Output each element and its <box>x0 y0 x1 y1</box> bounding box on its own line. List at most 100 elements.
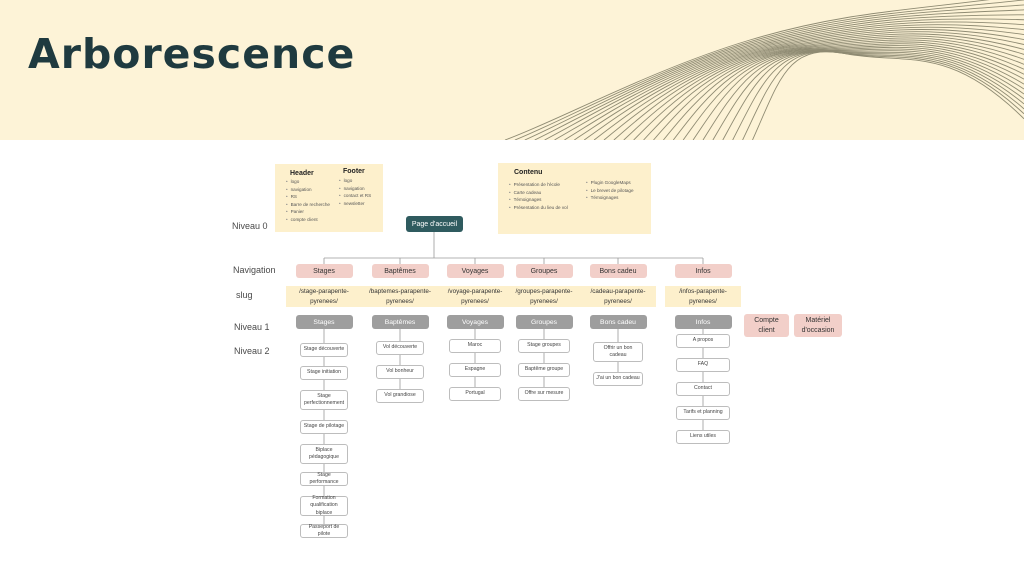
level2-node: Formation qualification biplace <box>300 495 348 516</box>
nav-item-4: Groupes <box>515 264 573 278</box>
row-label-slug: slug <box>236 290 253 300</box>
level2-node: Maroc <box>449 339 501 353</box>
level1-node-6-label: Infos <box>695 318 711 326</box>
level2-node: Espagne <box>449 363 501 377</box>
level1-node-1: Stages <box>295 315 353 329</box>
level2-node-label: Espagne <box>464 366 486 373</box>
slug-text: pyrenees/ <box>530 298 558 305</box>
nav-item-6: Infos <box>674 264 732 278</box>
slug-text: /infos-parapente- <box>679 288 727 295</box>
level2-node: Stage groupes <box>518 339 570 353</box>
level2-node-label: Stage groupes <box>527 342 561 349</box>
level2-node: J'ai un bon cadeau <box>593 372 643 386</box>
nav-item-3-label: Voyages <box>461 267 489 275</box>
contenu-left-list: Présentation de l'écoleCarte cadeauTémoi… <box>509 181 577 211</box>
header-note-list: logonavigationRSBarre de recherchePanier… <box>286 178 330 224</box>
level2-node-label: Stage découverte <box>303 346 345 353</box>
level2-node: Portugal <box>449 387 501 401</box>
note-list-item: newsletter <box>339 200 371 208</box>
note-list-item: Le brevet de pilotage <box>586 187 634 195</box>
level2-node: Vol grandiose <box>376 389 424 403</box>
level2-node: Offre sur mesure <box>518 387 570 401</box>
level2-node-label: Maroc <box>467 342 483 349</box>
note-list-item: Plugin GoogleMaps <box>586 179 634 187</box>
note-list-item: Carte cadeau <box>509 189 577 197</box>
level2-node: Offrir un bon cadeau <box>593 342 643 362</box>
level2-node: Stage perfectionnement <box>300 390 348 410</box>
slug-text: pyrenees/ <box>461 298 489 305</box>
note-list-item: logo <box>339 177 371 185</box>
note-list-item: Présentation du lieu de vol <box>509 204 577 212</box>
level2-node: Vol découverte <box>376 341 424 355</box>
row-label-niveau0: Niveau 0 <box>232 221 268 231</box>
slug-box-1: /stage-parapente-pyrenees/ <box>286 286 362 307</box>
slug-text: /stage-parapente- <box>299 288 349 295</box>
header-note-title: Header <box>290 170 314 177</box>
note-list-item: Présentation de l'école <box>509 181 577 189</box>
note-list-item: Barre de recherche <box>286 201 330 209</box>
extra-compte-client: Compte client <box>744 314 789 337</box>
footer-note-list: logonavigationcontact et RSnewsletter <box>339 177 372 208</box>
nav-item-1: Stages <box>295 264 353 278</box>
row-label-niveau2: Niveau 2 <box>234 346 270 356</box>
nav-item-1-label: Stages <box>313 267 335 275</box>
level1-node-5-label: Bons cadeu <box>600 318 636 326</box>
level2-node-label: Tarifs et planning <box>683 409 723 416</box>
level2-node: Stage initiation <box>300 366 348 380</box>
extra-compte-client-label: Compte client <box>754 316 779 334</box>
level2-node-label: Stage perfectionnement <box>303 392 345 407</box>
header-footer-note: Header logonavigationRSBarre de recherch… <box>275 164 383 232</box>
footer-note-title: Footer <box>343 168 365 175</box>
level1-node-3-label: Voyages <box>461 318 489 326</box>
level2-node: Biplace pédagogique <box>300 444 348 464</box>
level2-node: A propos <box>676 334 730 348</box>
row-label-navigation: Navigation <box>233 265 276 275</box>
level2-node: Stage découverte <box>300 343 348 357</box>
level1-node-5: Bons cadeu <box>589 315 647 329</box>
contenu-note-title: Contenu <box>514 169 543 176</box>
note-list-item: Témoignages <box>586 194 634 202</box>
level2-node-label: Offrir un bon cadeau <box>603 344 633 359</box>
level2-node: Contact <box>676 382 730 396</box>
note-list-item: Témoignages <box>509 196 577 204</box>
level1-node-4-label: Groupes <box>530 318 558 326</box>
level2-node-label: Vol bonheur <box>386 368 414 375</box>
slug-text: /groupes-parapente- <box>515 288 573 295</box>
level2-node-label: Offre sur mesure <box>524 390 564 397</box>
note-list-item: navigation <box>286 186 330 194</box>
note-list-item: logo <box>286 178 330 186</box>
note-list-item: navigation <box>339 185 371 193</box>
level2-node: Stage performance <box>300 472 348 486</box>
nav-item-5: Bons cadeu <box>589 264 647 278</box>
note-list-item: Panier <box>286 208 330 216</box>
level2-node: FAQ <box>676 358 730 372</box>
row-label-niveau1: Niveau 1 <box>234 322 270 332</box>
contenu-note: Contenu Présentation de l'écoleCarte cad… <box>498 163 651 234</box>
extra-materiel-occasion: Matériel d'occasion <box>794 314 842 337</box>
level2-node: Tarifs et planning <box>676 406 730 420</box>
level2-node: Baptême groupe <box>518 363 570 377</box>
root-node-page-accueil: Page d'accueil <box>406 216 463 232</box>
level2-node-label: Baptême groupe <box>524 366 564 373</box>
level1-node-6: Infos <box>674 315 732 329</box>
level2-node-label: Vol découverte <box>382 344 418 351</box>
note-list-item: RS <box>286 193 330 201</box>
slug-text: /cadeau-parapente- <box>590 288 646 295</box>
slug-box-5: /cadeau-parapente-pyrenees/ <box>580 286 656 307</box>
slug-text: pyrenees/ <box>386 298 414 305</box>
level2-node: Vol bonheur <box>376 365 424 379</box>
nav-item-3: Voyages <box>446 264 504 278</box>
level2-node-label: A propos <box>692 337 714 344</box>
slug-text: /voyage-parapente- <box>447 288 503 295</box>
level2-node-label: J'ai un bon cadeau <box>596 375 640 382</box>
nav-item-2-label: Baptêmes <box>384 267 416 275</box>
slug-box-4: /groupes-parapente-pyrenees/ <box>506 286 582 307</box>
level2-node: Liens utiles <box>676 430 730 444</box>
level2-node-label: Stage de pilotage <box>303 423 345 430</box>
level2-node-label: FAQ <box>697 361 709 368</box>
extra-materiel-occasion-label: Matériel d'occasion <box>801 316 835 334</box>
nav-item-2: Baptêmes <box>371 264 429 278</box>
level2-node: Stage de pilotage <box>300 420 348 434</box>
nav-item-6-label: Infos <box>695 267 711 275</box>
level1-node-4: Groupes <box>515 315 573 329</box>
